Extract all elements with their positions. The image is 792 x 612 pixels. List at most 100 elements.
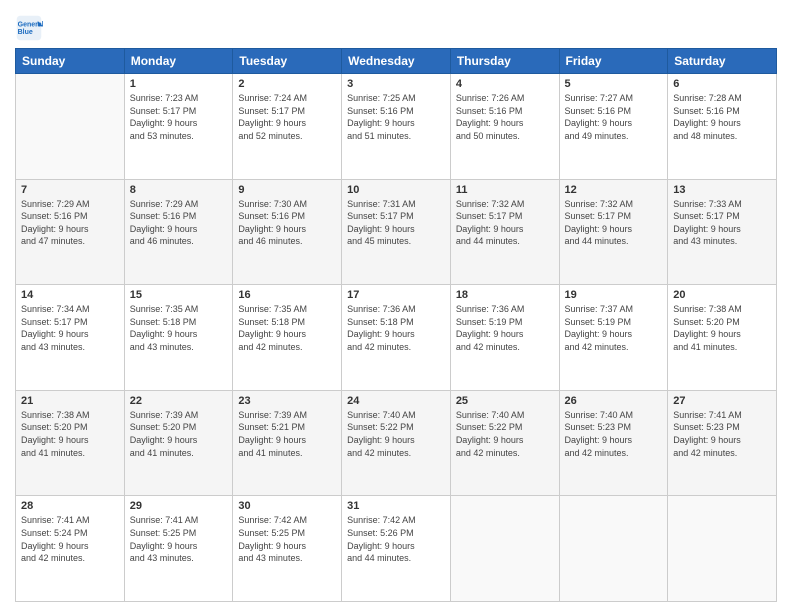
day-info: Sunrise: 7:35 AM Sunset: 5:18 PM Dayligh… bbox=[238, 303, 336, 353]
calendar-cell bbox=[559, 496, 668, 602]
day-info: Sunrise: 7:40 AM Sunset: 5:22 PM Dayligh… bbox=[456, 409, 554, 459]
calendar-cell bbox=[668, 496, 777, 602]
svg-text:Blue: Blue bbox=[18, 29, 33, 36]
day-info: Sunrise: 7:33 AM Sunset: 5:17 PM Dayligh… bbox=[673, 198, 771, 248]
calendar-cell: 13 Sunrise: 7:33 AM Sunset: 5:17 PM Dayli… bbox=[668, 179, 777, 285]
day-info: Sunrise: 7:34 AM Sunset: 5:17 PM Dayligh… bbox=[21, 303, 119, 353]
day-number: 13 bbox=[673, 184, 771, 196]
day-number: 28 bbox=[21, 500, 119, 512]
day-info: Sunrise: 7:41 AM Sunset: 5:24 PM Dayligh… bbox=[21, 514, 119, 564]
day-number: 10 bbox=[347, 184, 445, 196]
calendar-cell: 15 Sunrise: 7:35 AM Sunset: 5:18 PM Dayli… bbox=[124, 285, 233, 391]
weekday-header-saturday: Saturday bbox=[668, 49, 777, 74]
calendar-cell: 9 Sunrise: 7:30 AM Sunset: 5:16 PM Daylig… bbox=[233, 179, 342, 285]
day-info: Sunrise: 7:23 AM Sunset: 5:17 PM Dayligh… bbox=[130, 92, 228, 142]
calendar-cell: 28 Sunrise: 7:41 AM Sunset: 5:24 PM Dayli… bbox=[16, 496, 125, 602]
day-number: 19 bbox=[565, 289, 663, 301]
day-info: Sunrise: 7:40 AM Sunset: 5:23 PM Dayligh… bbox=[565, 409, 663, 459]
calendar-cell: 14 Sunrise: 7:34 AM Sunset: 5:17 PM Dayli… bbox=[16, 285, 125, 391]
calendar-cell bbox=[450, 496, 559, 602]
day-info: Sunrise: 7:38 AM Sunset: 5:20 PM Dayligh… bbox=[673, 303, 771, 353]
day-info: Sunrise: 7:37 AM Sunset: 5:19 PM Dayligh… bbox=[565, 303, 663, 353]
calendar-cell: 2Sunrise: 7:24 AM Sunset: 5:17 PM Daylig… bbox=[233, 74, 342, 180]
weekday-header-monday: Monday bbox=[124, 49, 233, 74]
day-number: 15 bbox=[130, 289, 228, 301]
day-number: 5 bbox=[565, 78, 663, 90]
calendar-cell: 27 Sunrise: 7:41 AM Sunset: 5:23 PM Dayli… bbox=[668, 390, 777, 496]
calendar-week-row: 14 Sunrise: 7:34 AM Sunset: 5:17 PM Dayli… bbox=[16, 285, 777, 391]
day-info: Sunrise: 7:35 AM Sunset: 5:18 PM Dayligh… bbox=[130, 303, 228, 353]
day-number: 17 bbox=[347, 289, 445, 301]
day-number: 14 bbox=[21, 289, 119, 301]
day-number: 7 bbox=[21, 184, 119, 196]
day-number: 24 bbox=[347, 395, 445, 407]
weekday-header-wednesday: Wednesday bbox=[342, 49, 451, 74]
day-number: 30 bbox=[238, 500, 336, 512]
day-info: Sunrise: 7:36 AM Sunset: 5:19 PM Dayligh… bbox=[456, 303, 554, 353]
calendar-cell: 7 Sunrise: 7:29 AM Sunset: 5:16 PM Daylig… bbox=[16, 179, 125, 285]
logo-icon: General Blue bbox=[15, 14, 43, 42]
calendar-cell: 20 Sunrise: 7:38 AM Sunset: 5:20 PM Dayli… bbox=[668, 285, 777, 391]
calendar-cell: 5 Sunrise: 7:27 AM Sunset: 5:16 PM Daylig… bbox=[559, 74, 668, 180]
day-info: Sunrise: 7:41 AM Sunset: 5:25 PM Dayligh… bbox=[130, 514, 228, 564]
calendar-cell: 18 Sunrise: 7:36 AM Sunset: 5:19 PM Dayli… bbox=[450, 285, 559, 391]
day-info: Sunrise: 7:29 AM Sunset: 5:16 PM Dayligh… bbox=[21, 198, 119, 248]
day-number: 1 bbox=[130, 78, 228, 90]
day-number: 26 bbox=[565, 395, 663, 407]
day-info: Sunrise: 7:42 AM Sunset: 5:25 PM Dayligh… bbox=[238, 514, 336, 564]
calendar-cell: 10 Sunrise: 7:31 AM Sunset: 5:17 PM Dayli… bbox=[342, 179, 451, 285]
calendar-week-row: 21 Sunrise: 7:38 AM Sunset: 5:20 PM Dayli… bbox=[16, 390, 777, 496]
calendar-cell: 31Sunrise: 7:42 AM Sunset: 5:26 PM Dayli… bbox=[342, 496, 451, 602]
calendar-cell: 12 Sunrise: 7:32 AM Sunset: 5:17 PM Dayli… bbox=[559, 179, 668, 285]
day-number: 12 bbox=[565, 184, 663, 196]
weekday-header-row: SundayMondayTuesdayWednesdayThursdayFrid… bbox=[16, 49, 777, 74]
day-number: 9 bbox=[238, 184, 336, 196]
calendar-cell: 21 Sunrise: 7:38 AM Sunset: 5:20 PM Dayli… bbox=[16, 390, 125, 496]
day-info: Sunrise: 7:32 AM Sunset: 5:17 PM Dayligh… bbox=[456, 198, 554, 248]
calendar-week-row: 28 Sunrise: 7:41 AM Sunset: 5:24 PM Dayli… bbox=[16, 496, 777, 602]
day-number: 22 bbox=[130, 395, 228, 407]
calendar-cell: 30 Sunrise: 7:42 AM Sunset: 5:25 PM Dayli… bbox=[233, 496, 342, 602]
day-number: 21 bbox=[21, 395, 119, 407]
header: General Blue bbox=[15, 10, 777, 42]
day-number: 27 bbox=[673, 395, 771, 407]
day-number: 18 bbox=[456, 289, 554, 301]
day-info: Sunrise: 7:41 AM Sunset: 5:23 PM Dayligh… bbox=[673, 409, 771, 459]
calendar-cell: 16Sunrise: 7:35 AM Sunset: 5:18 PM Dayli… bbox=[233, 285, 342, 391]
day-number: 23 bbox=[238, 395, 336, 407]
calendar-cell: 24Sunrise: 7:40 AM Sunset: 5:22 PM Dayli… bbox=[342, 390, 451, 496]
calendar-table: SundayMondayTuesdayWednesdayThursdayFrid… bbox=[15, 48, 777, 602]
day-info: Sunrise: 7:28 AM Sunset: 5:16 PM Dayligh… bbox=[673, 92, 771, 142]
weekday-header-tuesday: Tuesday bbox=[233, 49, 342, 74]
day-number: 4 bbox=[456, 78, 554, 90]
calendar-cell: 11Sunrise: 7:32 AM Sunset: 5:17 PM Dayli… bbox=[450, 179, 559, 285]
calendar-cell: 8Sunrise: 7:29 AM Sunset: 5:16 PM Daylig… bbox=[124, 179, 233, 285]
calendar-week-row: 7 Sunrise: 7:29 AM Sunset: 5:16 PM Daylig… bbox=[16, 179, 777, 285]
calendar-week-row: 1 Sunrise: 7:23 AM Sunset: 5:17 PM Daylig… bbox=[16, 74, 777, 180]
day-info: Sunrise: 7:27 AM Sunset: 5:16 PM Dayligh… bbox=[565, 92, 663, 142]
weekday-header-sunday: Sunday bbox=[16, 49, 125, 74]
day-info: Sunrise: 7:32 AM Sunset: 5:17 PM Dayligh… bbox=[565, 198, 663, 248]
day-info: Sunrise: 7:25 AM Sunset: 5:16 PM Dayligh… bbox=[347, 92, 445, 142]
calendar-cell: 25 Sunrise: 7:40 AM Sunset: 5:22 PM Dayli… bbox=[450, 390, 559, 496]
day-info: Sunrise: 7:38 AM Sunset: 5:20 PM Dayligh… bbox=[21, 409, 119, 459]
day-info: Sunrise: 7:39 AM Sunset: 5:20 PM Dayligh… bbox=[130, 409, 228, 459]
day-number: 25 bbox=[456, 395, 554, 407]
day-number: 20 bbox=[673, 289, 771, 301]
calendar-cell: 6 Sunrise: 7:28 AM Sunset: 5:16 PM Daylig… bbox=[668, 74, 777, 180]
calendar-cell: 22 Sunrise: 7:39 AM Sunset: 5:20 PM Dayli… bbox=[124, 390, 233, 496]
weekday-header-friday: Friday bbox=[559, 49, 668, 74]
day-number: 2 bbox=[238, 78, 336, 90]
day-number: 8 bbox=[130, 184, 228, 196]
day-number: 6 bbox=[673, 78, 771, 90]
calendar-cell: 1 Sunrise: 7:23 AM Sunset: 5:17 PM Daylig… bbox=[124, 74, 233, 180]
calendar-cell: 4Sunrise: 7:26 AM Sunset: 5:16 PM Daylig… bbox=[450, 74, 559, 180]
calendar-cell: 23 Sunrise: 7:39 AM Sunset: 5:21 PM Dayli… bbox=[233, 390, 342, 496]
day-info: Sunrise: 7:31 AM Sunset: 5:17 PM Dayligh… bbox=[347, 198, 445, 248]
day-info: Sunrise: 7:30 AM Sunset: 5:16 PM Dayligh… bbox=[238, 198, 336, 248]
calendar-cell: 19 Sunrise: 7:37 AM Sunset: 5:19 PM Dayli… bbox=[559, 285, 668, 391]
page: General Blue SundayMondayTuesdayWednesda… bbox=[0, 0, 792, 612]
day-info: Sunrise: 7:42 AM Sunset: 5:26 PM Dayligh… bbox=[347, 514, 445, 564]
day-number: 3 bbox=[347, 78, 445, 90]
day-info: Sunrise: 7:39 AM Sunset: 5:21 PM Dayligh… bbox=[238, 409, 336, 459]
